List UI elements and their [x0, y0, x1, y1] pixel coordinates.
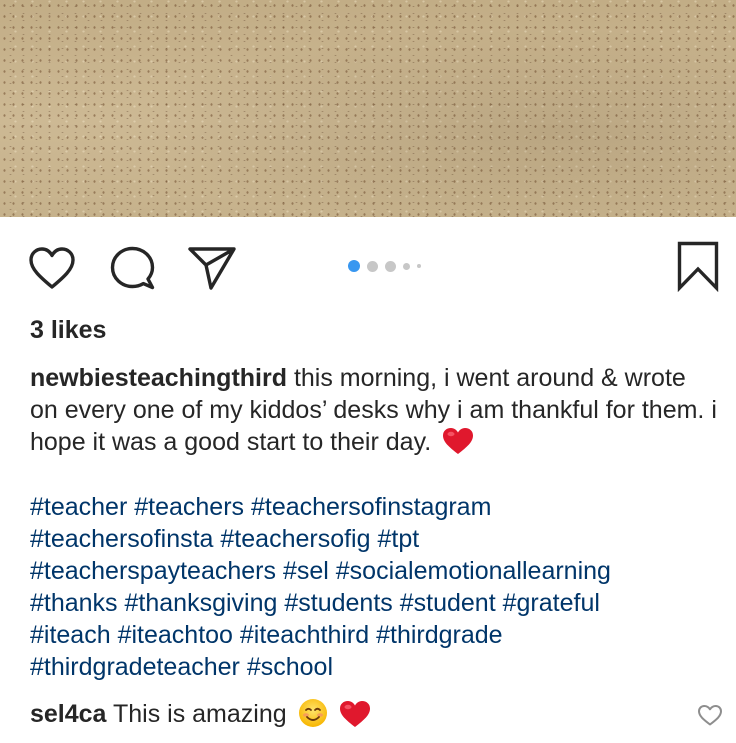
hashtag-link[interactable]: #sel [283, 557, 329, 585]
bookmark-icon[interactable] [676, 240, 720, 292]
carousel-dot [367, 260, 378, 272]
red-heart-emoji [443, 428, 474, 454]
hashtag-line: #thirdgradeteacher #school [30, 651, 730, 683]
hashtag-link[interactable]: #school [247, 653, 333, 681]
hashtag-link[interactable]: #tpt [377, 525, 419, 553]
hashtag-link[interactable]: #students [284, 589, 392, 617]
hashtag-link[interactable]: #iteachtoo [118, 621, 233, 649]
comment-like-heart-icon[interactable] [697, 704, 723, 726]
hashtag-link[interactable]: #student [400, 589, 496, 617]
hashtag-link[interactable]: #thirdgrade [376, 621, 502, 649]
carousel-indicator [348, 260, 421, 272]
comment-row: sel4ca This is amazing [30, 698, 371, 730]
red-heart-emoji [339, 701, 370, 727]
hashtag-link[interactable]: #teacher [30, 493, 127, 521]
post-photo-shading [0, 0, 736, 217]
caption-username[interactable]: newbiesteachingthird [30, 364, 287, 392]
hashtag-link[interactable]: #iteachthird [240, 621, 369, 649]
hashtag-link[interactable]: #thanks [30, 589, 118, 617]
hashtag-link[interactable]: #thanksgiving [125, 589, 278, 617]
hashtag-link[interactable]: #teacherspayteachers [30, 557, 276, 585]
hashtag-line: #iteach #iteachtoo #iteachthird #thirdgr… [30, 619, 730, 651]
hashtag-link[interactable]: #iteach [30, 621, 111, 649]
hashtag-link[interactable]: #teachersofinsta [30, 525, 213, 553]
post-caption: newbiesteachingthird this morning, i wen… [30, 362, 720, 458]
hashtag-link[interactable]: #socialemotionallearning [336, 557, 611, 585]
carousel-dot [417, 264, 421, 268]
comment-text: This is amazing [112, 700, 287, 728]
speech-bubble-icon[interactable] [108, 244, 156, 292]
hashtag-line: #thanks #thanksgiving #students #student… [30, 587, 730, 619]
hashtag-link[interactable]: #teachers [134, 493, 244, 521]
likes-count[interactable]: 3 likes [30, 316, 106, 345]
hashtag-link[interactable]: #teachersofig [220, 525, 370, 553]
like-heart-icon[interactable] [28, 246, 76, 290]
carousel-dot-active [348, 260, 360, 272]
hashtag-line: #teacher #teachers #teachersofinstagram [30, 491, 730, 523]
hashtag-list: #teacher #teachers #teachersofinstagram … [30, 491, 730, 683]
comment-username[interactable]: sel4ca [30, 700, 106, 728]
smiling-face-emoji [298, 699, 327, 727]
hashtag-link[interactable]: #thirdgradeteacher [30, 653, 240, 681]
carousel-dot [403, 262, 410, 270]
carousel-dot [385, 260, 396, 272]
hashtag-line: #teachersofinsta #teachersofig #tpt [30, 523, 730, 555]
paper-plane-icon[interactable] [187, 244, 237, 290]
hashtag-line: #teacherspayteachers #sel #socialemotion… [30, 555, 730, 587]
hashtag-link[interactable]: #grateful [503, 589, 600, 617]
hashtag-link[interactable]: #teachersofinstagram [251, 493, 491, 521]
